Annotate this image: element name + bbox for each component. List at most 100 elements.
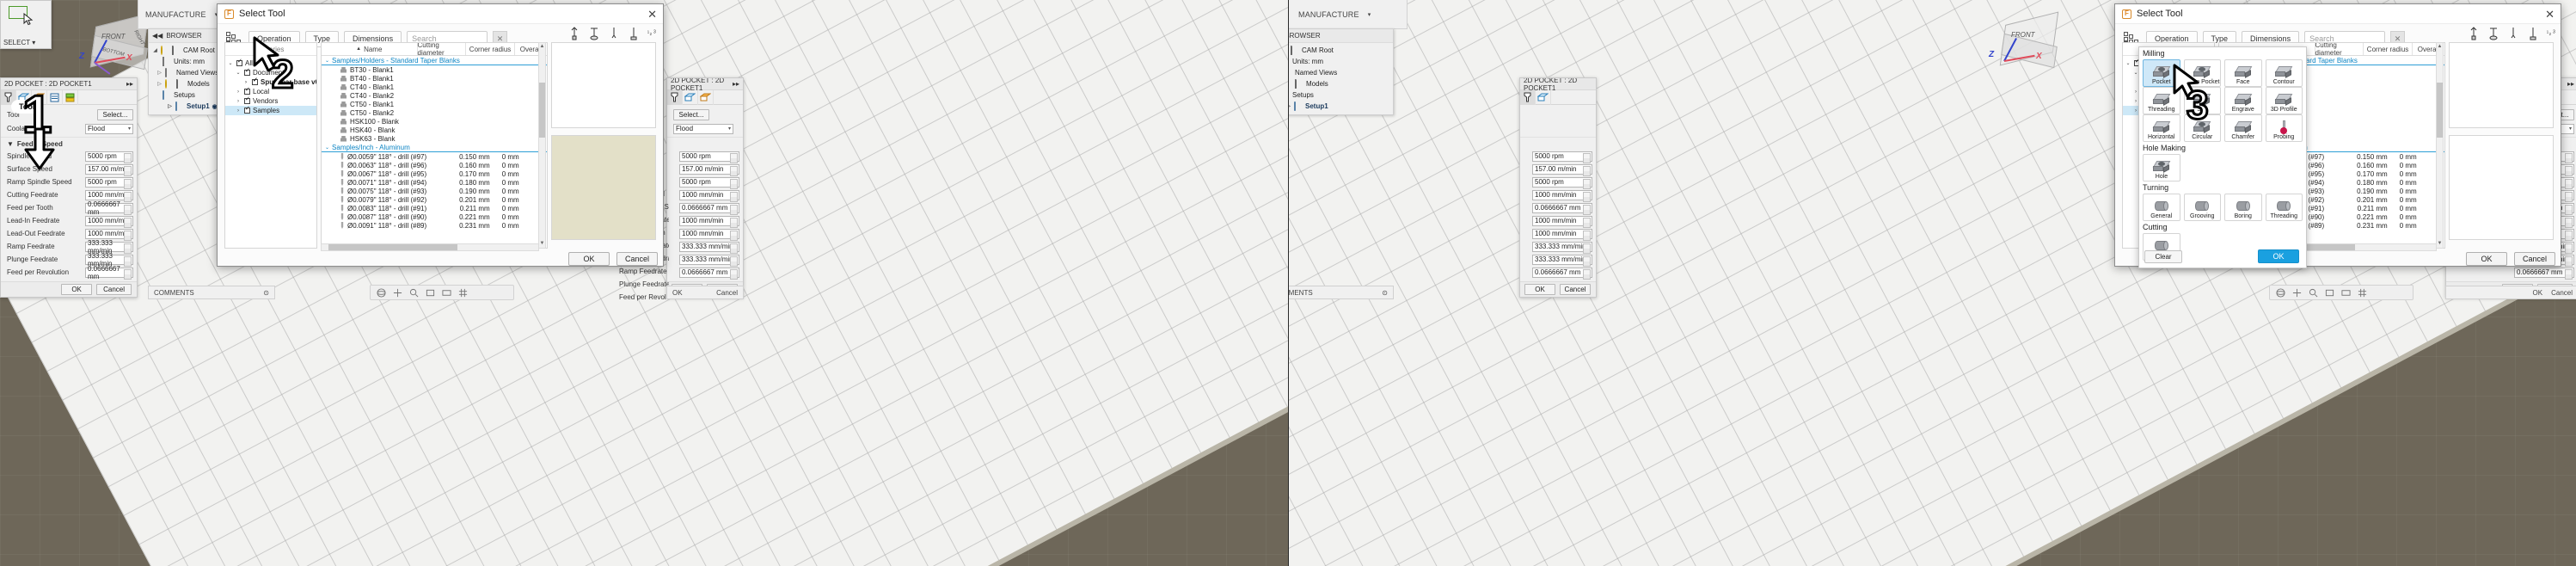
- tool-row[interactable]: [1520, 108, 1596, 122]
- tool-list-row[interactable]: Ø0.0087" 118° - drill (#90)0.221 mm0 mm: [322, 212, 547, 221]
- feed-row[interactable]: 1000 mm/min: [1520, 188, 1596, 202]
- expand-arrow-icon[interactable]: ◢: [152, 47, 158, 53]
- scroll-down-arrow-icon[interactable]: ▼: [2437, 240, 2443, 248]
- comments-bar-left[interactable]: COMMENTS ⊙: [148, 286, 275, 299]
- tool-list-row[interactable]: HSK100 - Blank: [322, 117, 547, 126]
- feed-speed-section-header[interactable]: ▼ Feed & Speed: [1, 137, 137, 150]
- feed-row-value[interactable]: 333.333 mm/min: [85, 239, 133, 255]
- feed-row-value[interactable]: 1000 mm/min: [1532, 189, 1592, 202]
- operation-filter-dropdown[interactable]: Milling Pocket Open Pocket Face Contour Threa…: [2138, 46, 2307, 268]
- ok-button-bottom[interactable]: OK: [2533, 289, 2543, 297]
- feed-row[interactable]: 0.0666667 mm: [667, 266, 743, 280]
- chevron-double-right-icon[interactable]: ▸▸: [126, 80, 133, 88]
- feed-row[interactable]: 5000 rpm: [667, 150, 743, 163]
- chevron-double-right-icon[interactable]: ▸▸: [2567, 80, 2574, 88]
- orbit-icon[interactable]: [2276, 287, 2285, 298]
- library-tree-item[interactable]: ⌄ Document: [225, 68, 316, 77]
- operation-tile-threading[interactable]: Threading: [2143, 87, 2180, 114]
- feed-row-value[interactable]: 0.0666667 mm: [2514, 267, 2574, 280]
- tool-list-row[interactable]: CT50 - Blank1: [322, 100, 547, 108]
- select-tool-dialog[interactable]: F Select Tool ✕ Operation Type Dimension…: [217, 3, 664, 267]
- column-header-name[interactable]: ▲ Name: [322, 43, 418, 55]
- feed-row-value[interactable]: 0.0666667 mm: [85, 265, 133, 280]
- operation-tile-probing[interactable]: Probing: [2265, 114, 2303, 142]
- clear-filter-button[interactable]: Clear: [2144, 250, 2182, 263]
- operation-tile-3d-profile[interactable]: 3D Profile: [2265, 87, 2303, 114]
- checkbox[interactable]: [236, 58, 242, 66]
- chevron-down-icon[interactable]: ⌄: [227, 60, 234, 66]
- tab-passes[interactable]: [47, 89, 63, 105]
- tool-list-row[interactable]: HSK63 - Blank: [322, 134, 547, 143]
- feed-row-value[interactable]: 1000 mm/min: [679, 228, 739, 241]
- tool-list-row[interactable]: BT30 - Blank1: [322, 65, 547, 74]
- tool-group-header[interactable]: ⌄Samples/Inch - Aluminum: [322, 143, 547, 152]
- ok-button-bottom[interactable]: OK: [672, 289, 683, 297]
- operation-tile-threading[interactable]: Threading: [2265, 194, 2303, 221]
- browser-item-named-views[interactable]: ▷ Named Views: [1289, 67, 1393, 78]
- feed-row-value[interactable]: 0.0666667 mm: [679, 267, 739, 280]
- tool-list-rows[interactable]: ⌄Samples/Holders - Standard Taper Blanks…: [322, 56, 547, 230]
- comments-expand-icon[interactable]: ⊙: [1382, 289, 1388, 297]
- feed-row-value[interactable]: 1000 mm/min: [679, 189, 739, 202]
- checkbox[interactable]: [244, 96, 250, 104]
- library-tree-pane[interactable]: Libraries ⌄All⌄Document›SpurGear base v0…: [224, 42, 317, 249]
- workspace-caret-icon[interactable]: ▾: [1368, 11, 1371, 18]
- tool-list-row[interactable]: HSK40 - Blank: [322, 126, 547, 134]
- operation-tile-hole[interactable]: Hole: [2143, 154, 2180, 181]
- feed-row-value[interactable]: 1000 mm/min: [1532, 228, 1592, 241]
- close-icon[interactable]: ✕: [2545, 9, 2555, 20]
- operation-tile-open-pocket[interactable]: Open Pocket: [2183, 59, 2221, 87]
- tool-list-row[interactable]: Ø0.0075" 118° - drill (#93)0.190 mm0 mm: [322, 187, 547, 195]
- viewport-tool-icons-left[interactable]: 123: [567, 26, 660, 41]
- tool-list-row[interactable]: Ø0.0091" 118° - drill (#89)0.231 mm0 mm: [322, 221, 547, 230]
- expand-arrow-icon[interactable]: ▷: [1289, 103, 1291, 109]
- tool-list-scrollbar[interactable]: ▲ ▼: [2436, 42, 2444, 249]
- feed-row-value[interactable]: 333.333 mm/min: [1532, 241, 1592, 254]
- operation-properties-panel-mid[interactable]: 2D POCKET : 2D POCKET1 ▸▸ Select... Floo…: [666, 77, 744, 298]
- coolant-select[interactable]: Flood: [673, 123, 733, 134]
- feed-row-value[interactable]: 0.0666667 mm: [1532, 202, 1592, 215]
- tab-geometry[interactable]: [683, 89, 698, 105]
- column-header-cutting-diameter[interactable]: Cutting diameter: [2315, 43, 2364, 57]
- feed-row[interactable]: 333.333 mm/min: [1520, 240, 1596, 254]
- section-collapse-icon[interactable]: ▼: [7, 140, 14, 148]
- chevron-double-right-icon[interactable]: ▸▸: [733, 80, 739, 88]
- feed-row-value[interactable]: 1000 mm/min: [85, 228, 133, 241]
- feed-row-value[interactable]: 333.333 mm/min: [679, 254, 739, 267]
- feed-row-value[interactable]: 1000 mm/min: [85, 189, 133, 202]
- feed-row-value[interactable]: 5000 rpm: [1532, 176, 1592, 189]
- chevron-right-icon[interactable]: ›: [235, 99, 242, 104]
- feed-row-value[interactable]: 157.00 m/min: [679, 163, 739, 176]
- fit-icon[interactable]: [426, 288, 435, 298]
- tool-list-row[interactable]: Ø0.0067" 118° - drill (#95)0.170 mm0 mm: [322, 169, 547, 178]
- probe-tool-icon[interactable]: [2467, 26, 2481, 41]
- cancel-button-bottom[interactable]: Cancel: [2551, 289, 2573, 297]
- scrollbar-thumb[interactable]: [539, 83, 545, 138]
- dialog-ok-button[interactable]: OK: [2466, 252, 2507, 266]
- operation-tile-circular[interactable]: Circular: [2183, 114, 2221, 142]
- checkbox[interactable]: [244, 68, 250, 76]
- browser-item-setup1[interactable]: ▷ Setup1: [1289, 101, 1393, 112]
- cancel-button-bottom[interactable]: Cancel: [716, 289, 738, 297]
- browser-item-units[interactable]: Units: mm: [1289, 56, 1393, 67]
- boring-tool-icon[interactable]: [627, 26, 641, 41]
- zoom-icon[interactable]: [409, 288, 419, 298]
- operation-tile-slot[interactable]: Slot: [2183, 87, 2221, 114]
- feed-row[interactable]: 5000 rpm: [667, 175, 743, 189]
- feed-row-value[interactable]: 1000 mm/min: [679, 215, 739, 228]
- operation-tile-face[interactable]: Face: [2224, 59, 2262, 87]
- feed-row[interactable]: Feed per Tooth 0.0666667 mm: [1, 200, 137, 216]
- feed-speed-section-header[interactable]: [667, 137, 743, 150]
- view-cube[interactable]: FRONT Z X: [1985, 11, 2088, 100]
- feed-row[interactable]: 0.0666667 mm: [1520, 201, 1596, 215]
- grid-settings-icon[interactable]: [458, 288, 468, 298]
- pan-icon[interactable]: [2292, 288, 2302, 298]
- tool-list-header[interactable]: ▲ Name Cutting diameter Corner radius Ov…: [322, 43, 547, 57]
- workspace-label[interactable]: MANUFACTURE: [1298, 10, 1359, 19]
- tool-list-scrollbar[interactable]: ▲ ▼: [538, 42, 546, 249]
- operation-tile-general[interactable]: General: [2143, 194, 2180, 221]
- feed-row[interactable]: 157.00 m/min: [667, 163, 743, 176]
- scroll-up-arrow-icon[interactable]: ▲: [539, 43, 545, 51]
- feed-row[interactable]: 1000 mm/min: [667, 188, 743, 202]
- feed-row[interactable]: Feed per Revolution 0.0666667 mm: [1, 265, 137, 280]
